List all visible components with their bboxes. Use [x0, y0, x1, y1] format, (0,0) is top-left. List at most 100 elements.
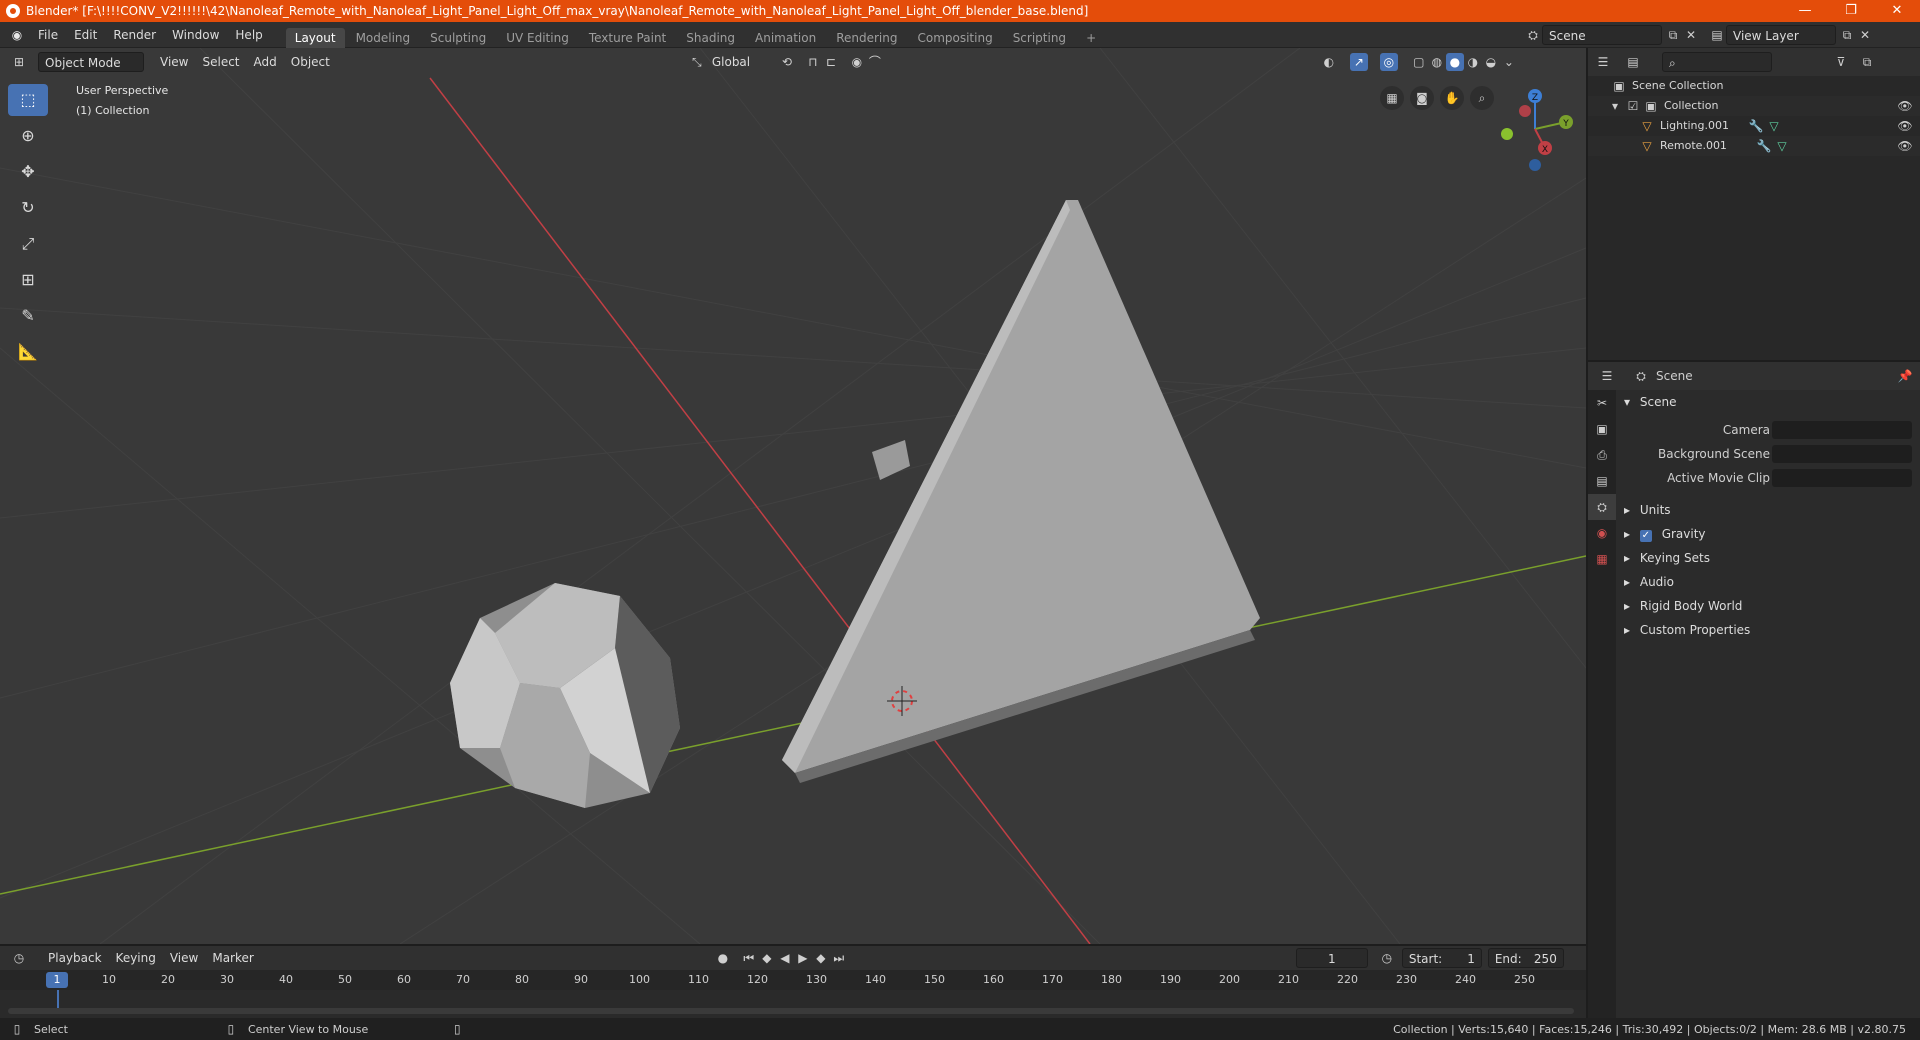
snap-icon[interactable]: ⊓ [804, 53, 822, 71]
play-icon[interactable]: ▶ [794, 949, 812, 967]
units-panel-header[interactable]: ▸ Units [1616, 498, 1920, 522]
current-frame-field[interactable]: 1 [1295, 948, 1368, 968]
transform-orientation-icon[interactable]: ⤡ [688, 53, 706, 71]
workspace-tab-compositing[interactable]: Compositing [908, 28, 1001, 48]
overlays-icon[interactable]: ◎ [1379, 53, 1398, 71]
measure-tool-icon[interactable]: 📐 [8, 336, 48, 368]
workspace-tab-texture-paint[interactable]: Texture Paint [580, 28, 675, 48]
pivot-point-icon[interactable]: ⟲ [778, 53, 796, 71]
delete-scene-icon[interactable]: ✕ [1682, 26, 1700, 44]
start-frame-field[interactable]: Start: 1 [1401, 948, 1482, 968]
outliner-row-object[interactable]: ▽ Remote.001 🔧 ▽ 👁 [1588, 136, 1920, 156]
transform-tool-icon[interactable]: ⊞ [8, 264, 48, 296]
viewport-menu-view[interactable]: View [154, 52, 194, 72]
delete-view-layer-icon[interactable]: ✕ [1856, 26, 1874, 44]
menu-file[interactable]: File [30, 22, 66, 48]
scene-icon[interactable]: ⛭ [1524, 26, 1542, 44]
workspace-tab-shading[interactable]: Shading [677, 28, 744, 48]
collection-checkbox-icon[interactable]: ☑ [1624, 97, 1642, 115]
output-tab-icon[interactable]: ⎙ [1588, 442, 1616, 468]
playhead[interactable] [57, 990, 59, 1010]
jump-keyframe-back-icon[interactable]: ◆ [758, 949, 776, 967]
outliner-row-collection[interactable]: ▾ ☑ ▣ Collection 👁 [1588, 96, 1920, 116]
play-reverse-icon[interactable]: ◀ [776, 949, 794, 967]
workspace-tab-sculpting[interactable]: Sculpting [421, 28, 495, 48]
blender-menu-icon[interactable]: ◉ [8, 26, 26, 44]
material-shading-icon[interactable]: ◑ [1464, 53, 1482, 71]
object-mode-dropdown[interactable]: Object Mode [38, 52, 144, 72]
viewport-menu-select[interactable]: Select [196, 52, 245, 72]
minimize-button[interactable]: — [1782, 0, 1828, 22]
timeline-scrollbar[interactable] [8, 1008, 1574, 1014]
timeline-menu-view[interactable]: View [164, 948, 204, 968]
gizmos-icon[interactable]: ↗ [1349, 53, 1368, 71]
editor-type-icon[interactable]: ⊞ [10, 53, 28, 71]
frame-ruler[interactable]: 1 10 20 30 40 50 60 70 80 90 100 110 120… [0, 970, 1586, 990]
keying-sets-panel-header[interactable]: ▸ Keying Sets [1616, 546, 1920, 570]
workspace-tab-rendering[interactable]: Rendering [827, 28, 906, 48]
viewport-menu-object[interactable]: Object [285, 52, 336, 72]
workspace-tab-modeling[interactable]: Modeling [347, 28, 420, 48]
proportional-falloff-icon[interactable]: ⌒ [866, 53, 884, 71]
view-layer-selector[interactable]: View Layer [1726, 25, 1836, 45]
object-visibility-icon[interactable]: 👁 [1896, 117, 1914, 135]
scene-selector[interactable]: Scene [1542, 25, 1662, 45]
3d-viewport[interactable]: User Perspective (1) Collection ▦ ◙ ✋ ⌕ … [0, 48, 1586, 944]
texture-tab-icon[interactable]: ▦ [1588, 546, 1616, 572]
select-box-tool-icon[interactable]: ⬚ [8, 84, 48, 116]
menu-render[interactable]: Render [105, 22, 164, 48]
timeline-menu-keying[interactable]: Keying [110, 948, 162, 968]
navigation-gizmo[interactable]: Z Y X [1490, 84, 1580, 174]
custom-properties-panel-header[interactable]: ▸ Custom Properties [1616, 618, 1920, 642]
gravity-checkbox[interactable]: ✓ [1639, 530, 1652, 542]
filter-icon[interactable]: ⊽ [1832, 53, 1850, 71]
shading-options-icon[interactable]: ⌄ [1500, 53, 1518, 71]
close-button[interactable]: ✕ [1874, 0, 1920, 22]
rendered-shading-icon[interactable]: ◒ [1482, 53, 1500, 71]
record-icon[interactable]: ● [714, 949, 732, 967]
outliner-search-input[interactable]: ⌕ [1662, 52, 1772, 72]
end-frame-field[interactable]: End: 250 [1487, 948, 1564, 968]
remote-object[interactable] [450, 583, 680, 808]
view-layer-tab-icon[interactable]: ▤ [1588, 468, 1616, 494]
visibility-icon[interactable]: ◐ [1320, 53, 1338, 71]
scene-panel-header[interactable]: ▾ Scene [1616, 390, 1920, 414]
light-panel-object[interactable] [782, 200, 1260, 783]
outliner-row-object[interactable]: ▽ Lighting.001 🔧 ▽ 👁 [1588, 116, 1920, 136]
new-scene-icon[interactable]: ⧉ [1664, 26, 1682, 44]
viewport-menu-add[interactable]: Add [248, 52, 283, 72]
workspace-tab-animation[interactable]: Animation [746, 28, 825, 48]
world-tab-icon[interactable]: ◉ [1588, 520, 1616, 546]
pin-icon[interactable]: 📌 [1896, 367, 1914, 385]
display-mode-icon[interactable]: ▤ [1624, 53, 1642, 71]
jump-keyframe-forward-icon[interactable]: ◆ [812, 949, 830, 967]
scene-tab-icon[interactable]: ⛭ [1588, 494, 1616, 520]
render-tab-icon[interactable]: ▣ [1588, 416, 1616, 442]
camera-view-icon[interactable]: ◙ [1410, 86, 1434, 110]
scale-tool-icon[interactable]: ⤢ [8, 228, 48, 260]
menu-window[interactable]: Window [164, 22, 227, 48]
camera-field[interactable] [1772, 421, 1912, 439]
timeline-menu-marker[interactable]: Marker [206, 948, 259, 968]
move-tool-icon[interactable]: ✥ [8, 156, 48, 188]
rotate-tool-icon[interactable]: ↻ [8, 192, 48, 224]
wireframe-shading-icon[interactable]: ◍ [1428, 53, 1446, 71]
workspace-tab-layout[interactable]: Layout [285, 27, 345, 48]
object-visibility-icon[interactable]: 👁 [1896, 137, 1914, 155]
timeline-editor-type-icon[interactable]: ◷ [10, 949, 28, 967]
xray-icon[interactable]: ▢ [1410, 53, 1428, 71]
annotate-tool-icon[interactable]: ✎ [8, 300, 48, 332]
timeline-menu-playback[interactable]: Playback [42, 948, 108, 968]
outliner-row-scene-collection[interactable]: ▣ Scene Collection [1588, 76, 1920, 96]
properties-editor-type-icon[interactable]: ☰ [1598, 367, 1616, 385]
outliner-editor-type-icon[interactable]: ☰ [1594, 53, 1612, 71]
toggle-grid-view-icon[interactable]: ▦ [1380, 86, 1404, 110]
snap-target-icon[interactable]: ⊏ [822, 53, 840, 71]
gravity-panel-header[interactable]: ▸ ✓ Gravity [1616, 522, 1920, 546]
add-workspace-button[interactable]: + [1077, 28, 1105, 48]
solid-shading-icon[interactable]: ● [1445, 53, 1464, 71]
audio-panel-header[interactable]: ▸ Audio [1616, 570, 1920, 594]
jump-start-icon[interactable]: ⏮ [740, 949, 758, 967]
new-view-layer-icon[interactable]: ⧉ [1838, 26, 1856, 44]
view-layer-icon[interactable]: ▤ [1708, 26, 1726, 44]
